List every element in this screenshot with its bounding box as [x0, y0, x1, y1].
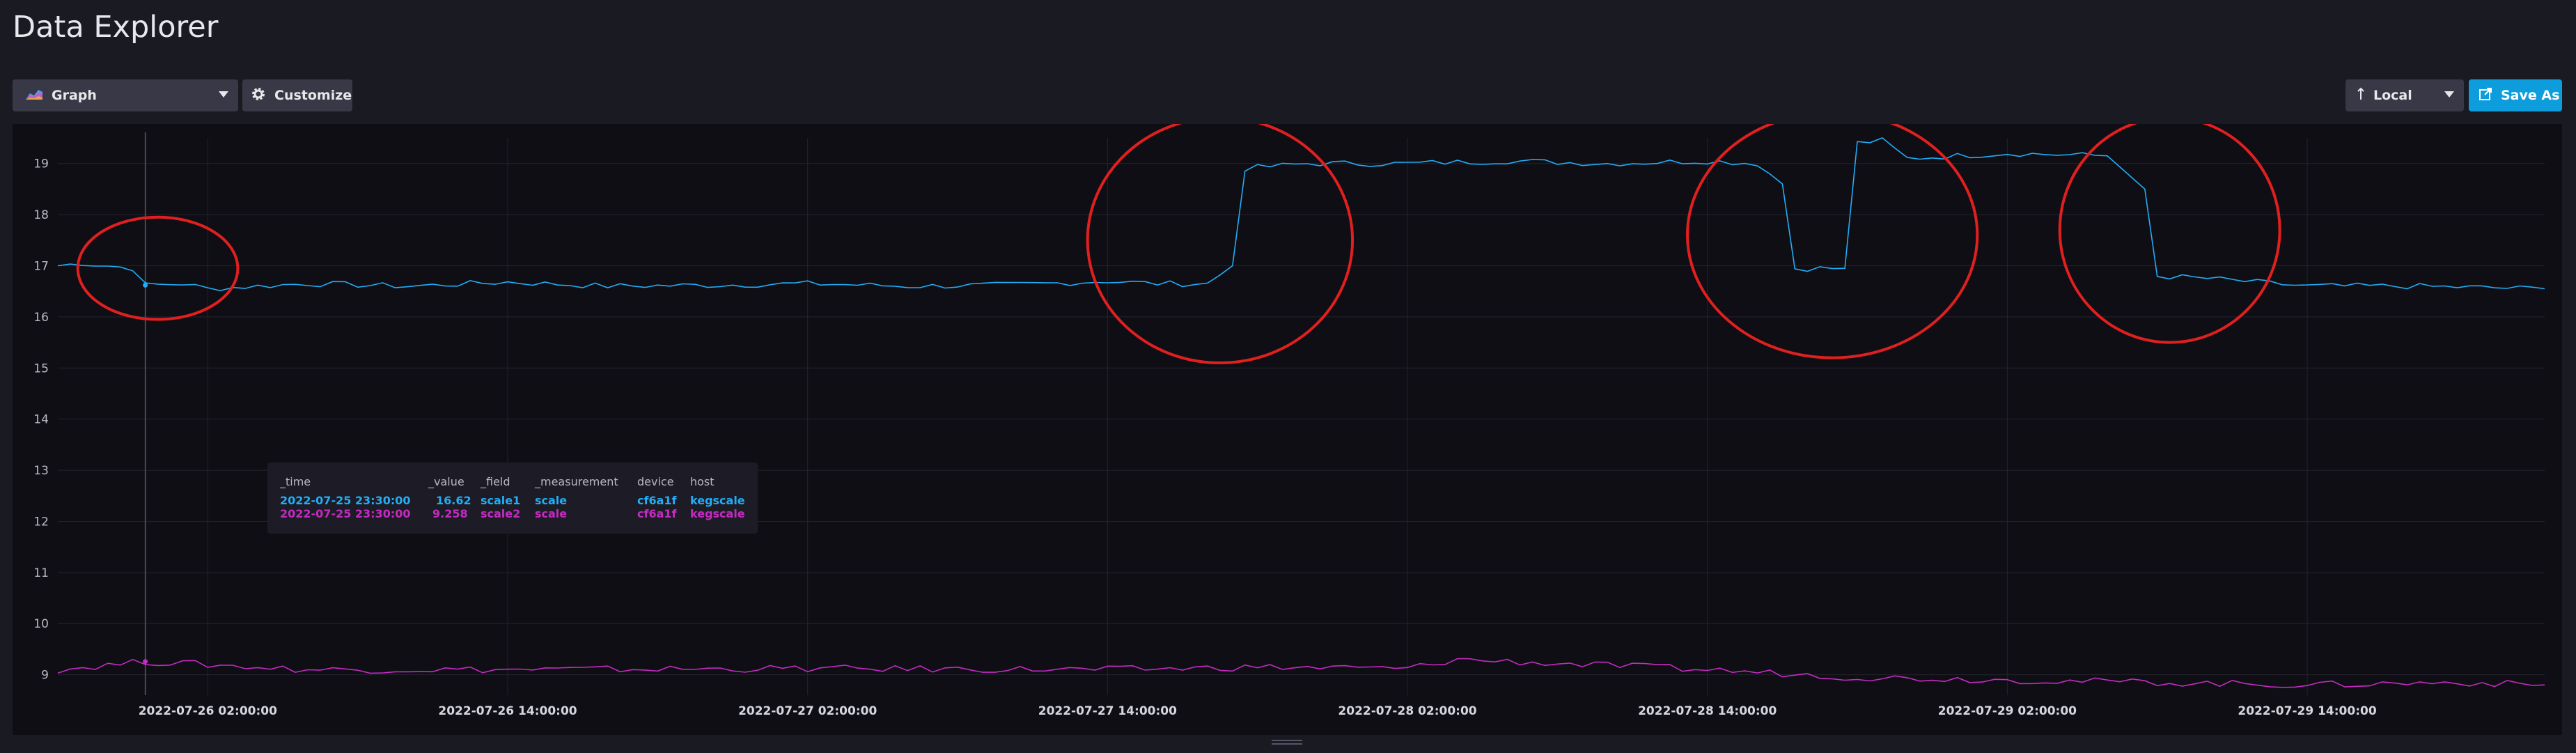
arrow-up-icon	[2357, 87, 2365, 104]
tooltip-header-row: _time _value _field _measurement device …	[267, 475, 758, 489]
export-icon	[2479, 87, 2492, 104]
tooltip-row-scale2: 2022-07-25 23:30:00 9.258 scale2 scale c…	[267, 507, 758, 521]
tooltip-header: _value	[428, 475, 465, 488]
tooltip-header: _field	[481, 475, 510, 488]
tooltip-cell: 16.62	[436, 494, 471, 507]
page-title: Data Explorer	[13, 10, 219, 45]
tooltip-cell: scale	[535, 507, 568, 520]
y-tick-label: 15	[33, 362, 49, 375]
tooltip-cell: 9.258	[432, 507, 468, 520]
gear-icon	[251, 86, 266, 105]
x-tick-label: 2022-07-27 02:00:00	[738, 704, 877, 718]
x-tick-label: 2022-07-26 02:00:00	[139, 704, 277, 718]
y-tick-label: 9	[41, 669, 49, 683]
x-tick-label: 2022-07-28 02:00:00	[1338, 704, 1476, 718]
x-tick-label: 2022-07-29 02:00:00	[1938, 704, 2077, 718]
hover-point	[143, 659, 148, 665]
y-tick-label: 13	[33, 464, 49, 478]
x-tick-label: 2022-07-29 14:00:00	[2238, 704, 2376, 718]
tooltip-header: _time	[280, 475, 311, 488]
graph-icon	[25, 88, 43, 104]
tooltip-cell: scale	[535, 494, 568, 507]
tooltip-header: _measurement	[535, 475, 618, 488]
timezone-dropdown[interactable]: Local	[2345, 79, 2464, 111]
y-tick-label: 14	[33, 413, 49, 427]
graph-panel[interactable]: 9 10 11 12 13 14 15 16 17 18 19 2022-07-26 02:00:00…	[13, 124, 2562, 735]
customize-label: Customize	[274, 88, 352, 103]
graph-label: Graph	[52, 88, 97, 103]
hover-tooltip: _time _value _field _measurement device …	[267, 463, 758, 534]
series-line-2	[57, 658, 2545, 688]
tooltip-header: device	[637, 475, 674, 488]
y-tick-label: 19	[33, 157, 49, 171]
panel-resize-handle[interactable]	[1272, 740, 1302, 747]
tooltip-cell: 2022-07-25 23:30:00	[280, 507, 411, 520]
y-tick-label: 12	[33, 515, 49, 529]
tooltip-cell: scale2	[481, 507, 521, 520]
x-tick-label: 2022-07-26 14:00:00	[438, 704, 577, 718]
annotation-circle-3	[1686, 124, 1979, 359]
annotation-circle-4	[2058, 124, 2281, 344]
tooltip-cell: kegscale	[690, 494, 745, 507]
chevron-down-icon	[2444, 91, 2454, 98]
chevron-down-icon	[219, 91, 228, 98]
y-tick-label: 10	[33, 617, 49, 631]
tooltip-cell: 2022-07-25 23:30:00	[280, 494, 411, 507]
tooltip-cell: cf6a1f	[637, 507, 677, 520]
visualization-type-dropdown[interactable]: Graph	[13, 79, 238, 111]
line-chart[interactable]: 9 10 11 12 13 14 15 16 17 18 19 2022-07-26 02:00:00…	[13, 124, 2562, 735]
timezone-label: Local	[2373, 88, 2412, 103]
y-tick-label: 11	[33, 566, 49, 580]
y-tick-label: 18	[33, 208, 49, 222]
x-tick-label: 2022-07-28 14:00:00	[1638, 704, 1777, 718]
x-tick-label: 2022-07-27 14:00:00	[1038, 704, 1177, 718]
tooltip-cell: kegscale	[690, 507, 745, 520]
save-as-button[interactable]: Save As	[2469, 79, 2562, 111]
tooltip-header: host	[690, 475, 715, 488]
annotation-circle-2	[1086, 124, 1355, 364]
y-tick-label: 17	[33, 259, 49, 273]
tooltip-cell: cf6a1f	[637, 494, 677, 507]
hover-point	[143, 282, 148, 288]
annotation-circle-1	[76, 215, 240, 321]
customize-button[interactable]: Customize	[242, 79, 352, 111]
tooltip-row-scale1: 2022-07-25 23:30:00 16.62 scale1 scale c…	[267, 494, 758, 508]
tooltip-cell: scale1	[481, 494, 521, 507]
y-tick-label: 16	[33, 311, 49, 325]
save-as-label: Save As	[2501, 88, 2560, 103]
